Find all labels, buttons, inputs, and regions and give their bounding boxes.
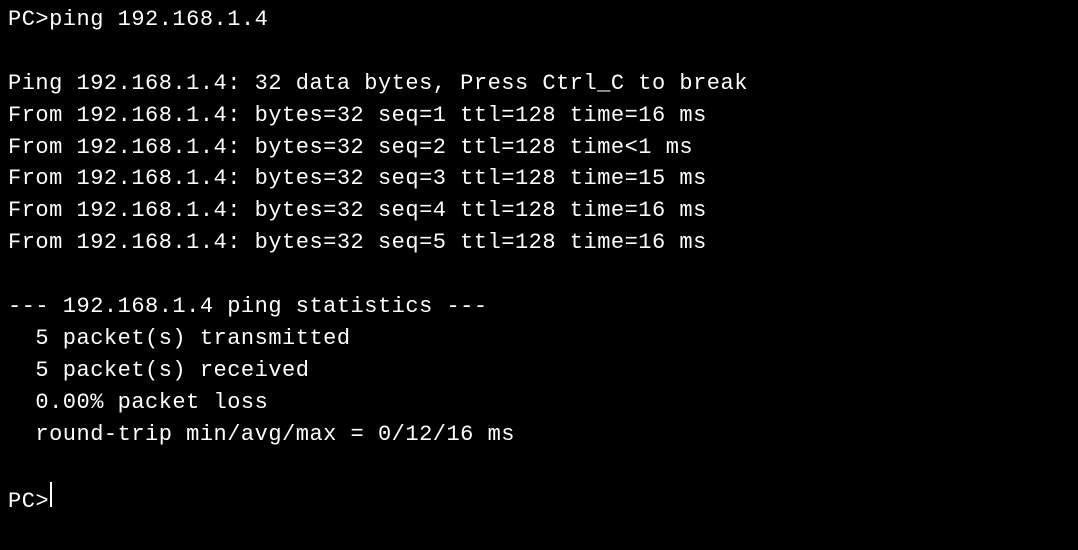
stats-transmitted: 5 packet(s) transmitted (8, 323, 1070, 355)
stats-loss: 0.00% packet loss (8, 387, 1070, 419)
stats-received: 5 packet(s) received (8, 355, 1070, 387)
cursor-icon (50, 482, 52, 506)
prompt: PC> (8, 7, 49, 32)
command-line: PC>ping 192.168.1.4 (8, 4, 1070, 36)
blank-line (8, 259, 1070, 291)
stats-rtt: round-trip min/avg/max = 0/12/16 ms (8, 419, 1070, 451)
ping-reply: From 192.168.1.4: bytes=32 seq=3 ttl=128… (8, 163, 1070, 195)
ping-header: Ping 192.168.1.4: 32 data bytes, Press C… (8, 68, 1070, 100)
command-text: ping 192.168.1.4 (49, 7, 268, 32)
blank-line (8, 36, 1070, 68)
ping-reply: From 192.168.1.4: bytes=32 seq=1 ttl=128… (8, 100, 1070, 132)
ping-reply: From 192.168.1.4: bytes=32 seq=4 ttl=128… (8, 195, 1070, 227)
input-prompt-line[interactable]: PC> (8, 482, 1070, 517)
stats-header: --- 192.168.1.4 ping statistics --- (8, 291, 1070, 323)
blank-line (8, 450, 1070, 482)
ping-reply: From 192.168.1.4: bytes=32 seq=2 ttl=128… (8, 132, 1070, 164)
prompt: PC> (8, 486, 49, 518)
ping-reply: From 192.168.1.4: bytes=32 seq=5 ttl=128… (8, 227, 1070, 259)
